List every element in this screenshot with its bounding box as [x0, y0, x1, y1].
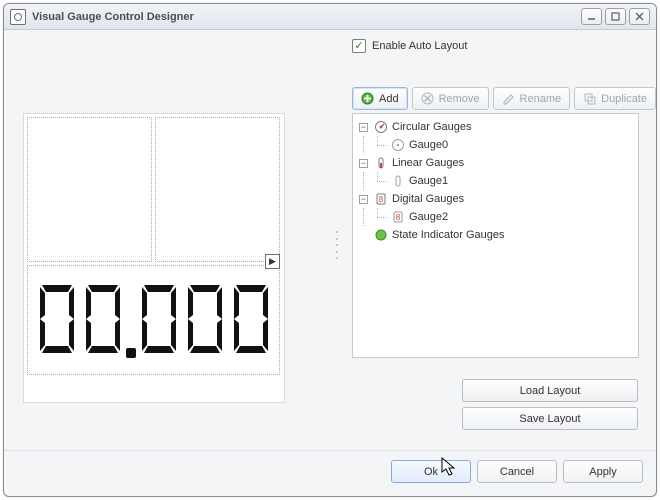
ok-label: Ok	[424, 466, 438, 478]
tree-node-gauge1[interactable]: Gauge1	[359, 172, 632, 190]
remove-button[interactable]: Remove	[412, 87, 489, 110]
digital-gauge-icon: 8	[391, 210, 405, 224]
duplicate-button[interactable]: Duplicate	[574, 87, 656, 110]
layout-slot-top-left[interactable]	[27, 117, 152, 262]
designer-window: Visual Gauge Control Designer ✓ Enable A…	[3, 3, 657, 497]
layout-slot-top-right[interactable]	[155, 117, 280, 262]
tree-label: Gauge1	[409, 175, 448, 187]
duplicate-icon	[583, 92, 596, 105]
digit-2	[138, 283, 180, 355]
digit-0	[36, 283, 78, 355]
load-layout-label: Load Layout	[520, 385, 581, 397]
digit-1	[82, 283, 124, 355]
splitter-grip[interactable]	[336, 231, 341, 259]
tree-node-gauge0[interactable]: Gauge0	[359, 136, 632, 154]
expander-icon[interactable]: −	[359, 195, 368, 204]
enable-auto-layout-checkbox[interactable]: ✓ Enable Auto Layout	[352, 39, 467, 53]
digit-3	[184, 283, 226, 355]
cancel-button[interactable]: Cancel	[477, 460, 557, 483]
duplicate-label: Duplicate	[601, 93, 647, 105]
save-layout-label: Save Layout	[519, 413, 580, 425]
digital-gauge-display	[32, 276, 276, 362]
preview-pane[interactable]: ▶	[23, 113, 285, 403]
tree-label: Linear Gauges	[392, 157, 464, 169]
gauge-tree[interactable]: − Circular Gauges Gauge0 −	[352, 113, 639, 358]
cancel-label: Cancel	[500, 466, 534, 478]
window-title: Visual Gauge Control Designer	[32, 11, 578, 23]
divider	[4, 450, 656, 451]
tree-label: Gauge2	[409, 211, 448, 223]
apply-button[interactable]: Apply	[563, 460, 643, 483]
linear-gauge-icon	[391, 174, 405, 188]
digit-4	[230, 283, 272, 355]
tree-node-linear[interactable]: − Linear Gauges	[359, 154, 632, 172]
tree-node-state[interactable]: State Indicator Gauges	[359, 226, 632, 244]
circular-gauge-icon	[391, 138, 405, 152]
rename-button[interactable]: Rename	[493, 87, 571, 110]
svg-text:8: 8	[396, 213, 401, 222]
add-label: Add	[379, 93, 399, 105]
linear-gauge-icon	[374, 156, 388, 170]
add-button[interactable]: Add	[352, 87, 408, 110]
add-icon	[361, 92, 374, 105]
tree-node-circular[interactable]: − Circular Gauges	[359, 118, 632, 136]
svg-text:8: 8	[379, 195, 384, 204]
circular-gauge-icon	[374, 120, 388, 134]
slot-handle-icon[interactable]: ▶	[265, 254, 280, 269]
maximize-button[interactable]	[605, 8, 626, 25]
minimize-button[interactable]	[581, 8, 602, 25]
expander-icon[interactable]: −	[359, 159, 368, 168]
titlebar: Visual Gauge Control Designer	[4, 4, 656, 30]
rename-label: Rename	[520, 93, 562, 105]
tree-node-digital[interactable]: − 8 Digital Gauges	[359, 190, 632, 208]
load-layout-button[interactable]: Load Layout	[462, 379, 638, 402]
decimal-point	[126, 348, 136, 358]
tree-label: Digital Gauges	[392, 193, 464, 205]
rename-icon	[502, 92, 515, 105]
tree-node-gauge2[interactable]: 8 Gauge2	[359, 208, 632, 226]
tree-label: State Indicator Gauges	[392, 229, 505, 241]
state-indicator-icon	[374, 228, 388, 242]
remove-label: Remove	[439, 93, 480, 105]
content-area: ✓ Enable Auto Layout ▶ Add	[4, 31, 656, 496]
toolbar: Add Remove Rename Duplicate	[352, 87, 656, 110]
enable-auto-layout-label: Enable Auto Layout	[372, 40, 467, 52]
digital-gauge-icon: 8	[374, 192, 388, 206]
apply-label: Apply	[589, 466, 617, 478]
app-icon	[10, 9, 26, 25]
checkbox-icon: ✓	[352, 39, 366, 53]
tree-label: Gauge0	[409, 139, 448, 151]
ok-button[interactable]: Ok	[391, 460, 471, 483]
save-layout-button[interactable]: Save Layout	[462, 407, 638, 430]
dialog-buttons: Ok Cancel Apply	[391, 460, 643, 483]
remove-icon	[421, 92, 434, 105]
tree-label: Circular Gauges	[392, 121, 471, 133]
close-button[interactable]	[629, 8, 650, 25]
expander-icon[interactable]: −	[359, 123, 368, 132]
